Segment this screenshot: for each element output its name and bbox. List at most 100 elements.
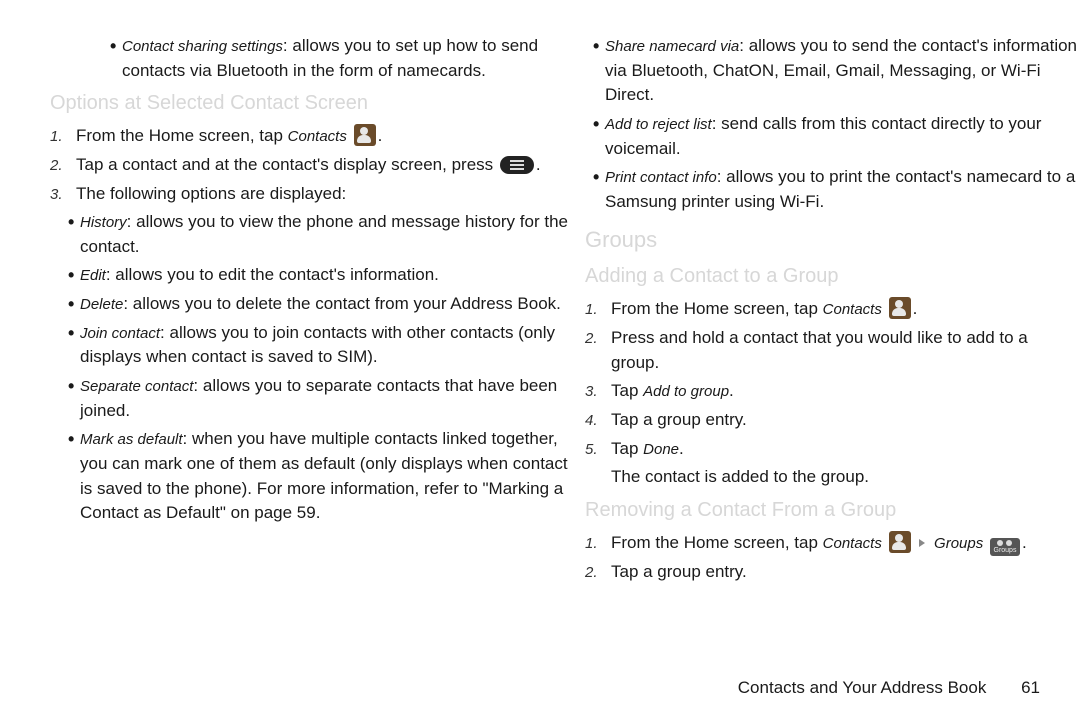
term-contacts: Contacts: [823, 301, 882, 318]
add-step3-a: Tap: [611, 381, 643, 400]
bullet-dot: •: [68, 374, 80, 423]
bullet-dot: •: [68, 321, 80, 370]
bullet-dot: •: [68, 263, 80, 288]
add-step-4: 4. Tap a group entry.: [585, 408, 1080, 433]
term-edit: Edit: [80, 267, 106, 284]
rem-step-1: 1. From the Home screen, tap Contacts Gr…: [585, 531, 1080, 556]
step2-text: Tap a contact and at the contact's displ…: [76, 155, 498, 174]
page-footer: Contacts and Your Address Book 61: [738, 678, 1040, 698]
step-num: 3.: [50, 182, 76, 207]
step-body: Tap Done.: [611, 437, 1080, 462]
step-body: Tap a group entry.: [611, 560, 1080, 585]
bullet-dot: •: [593, 165, 605, 214]
bullet-history: • History: allows you to view the phone …: [68, 210, 580, 259]
step2-text-b: .: [536, 155, 541, 174]
step-body: Tap Add to group.: [611, 379, 1080, 404]
bullet-body: Mark as default: when you have multiple …: [80, 427, 580, 526]
step-body: From the Home screen, tap Contacts .: [76, 124, 580, 149]
step-num: 2.: [50, 153, 76, 178]
step-num: 1.: [50, 124, 76, 149]
arrow-icon: [919, 539, 925, 547]
rem-step1-b: .: [1022, 533, 1027, 552]
bullet-dot: •: [593, 112, 605, 161]
bullet-body: Separate contact: allows you to separate…: [80, 374, 580, 423]
add-step-1: 1. From the Home screen, tap Contacts .: [585, 297, 1080, 322]
page-number: 61: [1021, 678, 1040, 698]
step3-text: The following options are displayed:: [76, 184, 346, 203]
term-join: Join contact: [80, 325, 160, 342]
step-num: 3.: [585, 379, 611, 404]
term-add-reject: Add to reject list: [605, 116, 712, 133]
step-body: Tap a contact and at the contact's displ…: [76, 153, 580, 178]
add-step1-b: .: [913, 299, 918, 318]
add-step5-b: .: [679, 439, 684, 458]
bullet-body: Edit: allows you to edit the contact's i…: [80, 263, 580, 288]
step1-text-a: From the Home screen, tap: [76, 126, 288, 145]
step-num: 4.: [585, 408, 611, 433]
bullet-contact-sharing: • Contact sharing settings: allows you t…: [110, 34, 580, 83]
bullet-separate-contact: • Separate contact: allows you to separa…: [68, 374, 580, 423]
add-step-3: 3. Tap Add to group.: [585, 379, 1080, 404]
step1-text-b: .: [378, 126, 383, 145]
step-body: Tap a group entry.: [611, 408, 1080, 433]
bullet-delete: • Delete: allows you to delete the conta…: [68, 292, 580, 317]
bullet-body: Share namecard via: allows you to send t…: [605, 34, 1080, 108]
bullet-dot: •: [68, 427, 80, 526]
contacts-icon: [889, 297, 911, 319]
bullet-dot: •: [593, 34, 605, 108]
footer-title: Contacts and Your Address Book: [738, 678, 987, 697]
right-column: • Share namecard via: allows you to send…: [585, 30, 1080, 589]
heading-groups: Groups: [585, 224, 1080, 256]
step-num: 2.: [585, 326, 611, 375]
menu-icon: [500, 156, 534, 174]
add-step1-a: From the Home screen, tap: [611, 299, 823, 318]
bullet-body: Join contact: allows you to join contact…: [80, 321, 580, 370]
add-step-5: 5. Tap Done.: [585, 437, 1080, 462]
bullet-body: Print contact info: allows you to print …: [605, 165, 1080, 214]
step-3: 3. The following options are displayed:: [50, 182, 580, 207]
heading-adding-contact: Adding a Contact to a Group: [585, 262, 1080, 291]
contacts-icon: [354, 124, 376, 146]
text-history: : allows you to view the phone and messa…: [80, 212, 568, 256]
bullet-body: Delete: allows you to delete the contact…: [80, 292, 580, 317]
step-body: From the Home screen, tap Contacts .: [611, 297, 1080, 322]
text-delete: : allows you to delete the contact from …: [123, 294, 561, 313]
rem-step1-a: From the Home screen, tap: [611, 533, 823, 552]
term-done: Done: [643, 441, 679, 458]
text-edit: : allows you to edit the contact's infor…: [106, 265, 439, 284]
bullet-body: History: allows you to view the phone an…: [80, 210, 580, 259]
bullet-mark-default: • Mark as default: when you have multipl…: [68, 427, 580, 526]
bullet-body: Contact sharing settings: allows you to …: [122, 34, 580, 83]
term-mark-default: Mark as default: [80, 431, 183, 448]
term-separate: Separate contact: [80, 378, 193, 395]
term-share-namecard: Share namecard via: [605, 38, 739, 55]
step-num: 2.: [585, 560, 611, 585]
manual-page: • Contact sharing settings: allows you t…: [0, 0, 1080, 720]
term-history: History: [80, 214, 127, 231]
step-num: 5.: [585, 437, 611, 462]
add-step5-a: Tap: [611, 439, 643, 458]
step-body: Press and hold a contact that you would …: [611, 326, 1080, 375]
heading-options-selected: Options at Selected Contact Screen: [50, 89, 580, 118]
add-result: The contact is added to the group.: [611, 465, 1080, 490]
bullet-body: Add to reject list: send calls from this…: [605, 112, 1080, 161]
term-add-to-group: Add to group: [643, 383, 729, 400]
bullet-dot: •: [110, 34, 122, 83]
step-num: 1.: [585, 531, 611, 556]
term-print-contact: Print contact info: [605, 169, 717, 186]
heading-removing-contact: Removing a Contact From a Group: [585, 496, 1080, 525]
term-groups: Groups: [934, 535, 983, 552]
bullet-edit: • Edit: allows you to edit the contact's…: [68, 263, 580, 288]
bullet-dot: •: [68, 210, 80, 259]
add-step3-b: .: [729, 381, 734, 400]
contacts-icon: [889, 531, 911, 553]
bullet-share-namecard: • Share namecard via: allows you to send…: [593, 34, 1080, 108]
term-contacts: Contacts: [823, 535, 882, 552]
groups-icon: Groups: [990, 538, 1020, 556]
term-delete: Delete: [80, 296, 123, 313]
bullet-add-reject: • Add to reject list: send calls from th…: [593, 112, 1080, 161]
step-body: The following options are displayed:: [76, 182, 580, 207]
term-contacts: Contacts: [288, 128, 347, 145]
step-1: 1. From the Home screen, tap Contacts .: [50, 124, 580, 149]
term-contact-sharing: Contact sharing settings: [122, 38, 283, 55]
